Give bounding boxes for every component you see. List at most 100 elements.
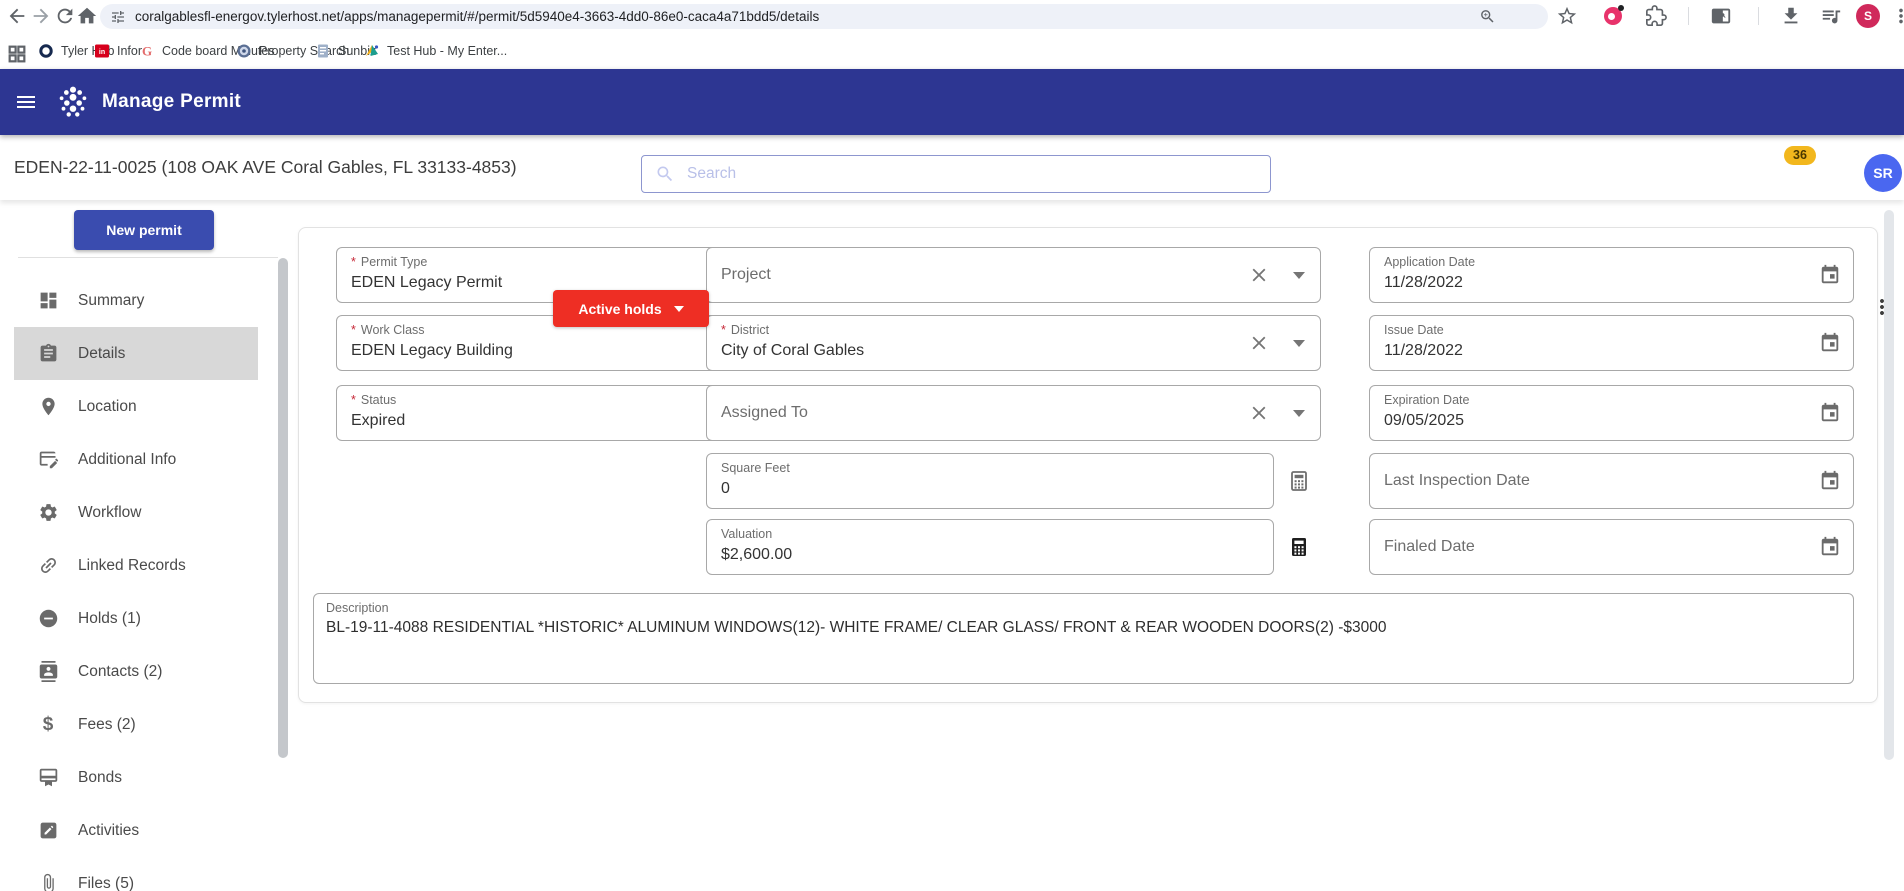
sidebar-item-contacts[interactable]: Contacts (2) [14,645,258,698]
sidebar-item-holds[interactable]: Holds (1) [14,592,258,645]
forward-arrow-icon[interactable] [30,5,52,27]
sidebar-item-bonds[interactable]: Bonds [14,751,258,804]
side-panel-icon[interactable] [1710,5,1732,27]
gear-icon [36,501,60,525]
sidebar-item-summary[interactable]: Summary [14,274,258,327]
app-header: Manage Permit 36 SR [0,69,1904,135]
calendar-icon[interactable] [1819,402,1841,424]
required-asterisk: * [721,323,726,337]
finaled-date-field[interactable]: Finaled Date [1369,519,1854,575]
adblock-extension-icon[interactable] [1604,7,1622,25]
chevron-down-icon [674,306,684,312]
valuation-field[interactable]: Valuation $2,600.00 [706,519,1274,575]
bookmark-star-icon[interactable] [1556,5,1578,27]
sidebar-item-additional-info[interactable]: Additional Info [14,433,258,486]
reading-list-icon[interactable] [1820,5,1842,27]
tyler-logo [54,84,92,122]
required-asterisk: * [351,323,356,337]
clear-icon[interactable] [1248,264,1270,286]
screen: coralgablesfl-energov.tylerhost.net/apps… [0,0,1904,891]
svg-text:in: in [99,49,105,56]
toolbar-separator [1758,7,1759,25]
property-search-favicon [236,43,252,59]
search-icon [655,164,675,184]
district-field[interactable]: *District City of Coral Gables [706,315,1321,371]
details-form-card: *Permit Type EDEN Legacy Permit *Work Cl… [298,227,1878,703]
zoom-icon[interactable] [1479,8,1496,25]
notification-count-badge: 36 [1784,146,1816,165]
svg-text:G: G [142,44,152,59]
description-field[interactable]: Description BL-19-11-4088 RESIDENTIAL *H… [313,593,1854,684]
edit-square-icon [36,819,60,843]
calendar-icon[interactable] [1819,332,1841,354]
table-edit-icon [36,448,60,472]
test-hub-favicon [364,43,380,59]
sidebar-item-fees[interactable]: $ Fees (2) [14,698,258,751]
sidebar-item-details[interactable]: Details [14,327,258,380]
search-input[interactable] [687,165,1270,183]
user-avatar[interactable]: SR [1864,154,1902,192]
calculator-icon[interactable] [1287,469,1311,493]
content-scrollbar[interactable] [1884,210,1894,760]
content-area: New permit Summary Details Location Addi… [0,200,1904,891]
sidebar-item-activities[interactable]: Activities [14,804,258,857]
extensions-puzzle-icon[interactable] [1645,5,1667,27]
map-pin-icon [36,395,60,419]
tyler-hub-favicon [38,43,54,59]
page-title: EDEN-22-11-0025 (108 OAK AVE Coral Gable… [14,135,517,200]
calendar-icon[interactable] [1819,536,1841,558]
new-permit-button[interactable]: New permit [74,210,214,250]
issue-date-field[interactable]: Issue Date 11/28/2022 [1369,315,1854,371]
calendar-icon[interactable] [1819,470,1841,492]
download-icon[interactable] [1780,5,1802,27]
page-menu-icon[interactable] [1870,295,1894,319]
sidebar-item-location[interactable]: Location [14,380,258,433]
dropdown-caret-icon[interactable] [1293,410,1305,417]
back-arrow-icon[interactable] [6,5,28,27]
help-icon[interactable] [1714,161,1738,185]
expiration-date-field[interactable]: Expiration Date 09/05/2025 [1369,385,1854,441]
last-inspection-date-field[interactable]: Last Inspection Date [1369,453,1854,509]
sidebar-item-files[interactable]: Files (5) [14,857,258,891]
url-bar[interactable]: coralgablesfl-energov.tylerhost.net/apps… [100,4,1548,29]
square-feet-field[interactable]: Square Feet 0 [706,453,1274,509]
reload-icon[interactable] [54,5,76,27]
required-asterisk: * [351,393,356,407]
application-date-field[interactable]: Application Date 11/28/2022 [1369,247,1854,303]
notifications-bell-icon[interactable] [1765,161,1789,185]
browser-profile-avatar[interactable]: S [1856,4,1880,28]
bookmark-infor[interactable]: in Infor [94,33,142,69]
calculator-filled-icon[interactable] [1287,535,1311,559]
bookmarks-bar: Tyler Hub in Infor G Code board Minutes … [0,33,1904,69]
site-info-icon[interactable] [110,9,126,25]
sidebar-item-workflow[interactable]: Workflow [14,486,258,539]
app-grid-icon[interactable] [1821,161,1845,185]
active-holds-label: Active holds [578,301,661,317]
account-history-icon[interactable] [1558,161,1582,185]
url-text[interactable]: coralgablesfl-energov.tylerhost.net/apps… [135,9,1479,24]
sidebar-item-linked-records[interactable]: Linked Records [14,539,258,592]
clipboard-icon [36,342,60,366]
menu-icon[interactable] [14,90,38,114]
clear-icon[interactable] [1248,402,1270,424]
global-search[interactable] [641,155,1271,193]
sidebar-scrollbar[interactable] [278,258,288,758]
sidebar-divider [18,257,278,258]
sunbiz-favicon [315,43,331,59]
paperclip-icon [36,872,60,891]
infor-favicon: in [94,43,110,59]
blocked-circle-icon [36,607,60,631]
apps-grid-icon[interactable] [6,43,23,60]
dollar-icon: $ [36,713,60,737]
translate-icon[interactable] [1661,161,1685,185]
active-holds-button[interactable]: Active holds [553,290,709,327]
project-field[interactable]: Project [706,247,1321,303]
home-icon[interactable] [76,5,98,27]
clear-icon[interactable] [1248,332,1270,354]
dropdown-caret-icon[interactable] [1293,340,1305,347]
browser-menu-icon[interactable] [1890,5,1904,27]
calendar-icon[interactable] [1819,264,1841,286]
dropdown-caret-icon[interactable] [1293,272,1305,279]
bookmark-test-hub[interactable]: Test Hub - My Enter... [364,33,507,69]
assigned-to-field[interactable]: Assigned To [706,385,1321,441]
